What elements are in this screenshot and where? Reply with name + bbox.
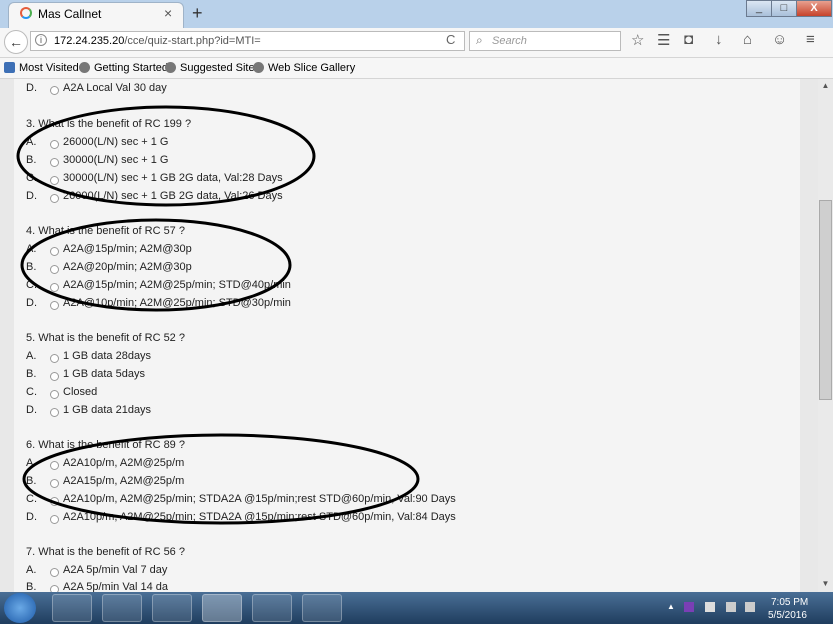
volume-icon[interactable] [745,602,755,612]
start-button[interactable] [4,593,36,623]
minimize-button[interactable]: _ [746,0,772,17]
bookmarks-folder-icon [4,62,15,73]
site-logo-icon [20,7,32,19]
reload-icon[interactable]: C [446,32,455,47]
annotation-ellipse [22,433,420,525]
media-player-icon[interactable] [152,594,192,622]
network-icon[interactable] [726,602,736,612]
file-explorer-icon[interactable] [102,594,142,622]
annotation-ellipse [20,218,292,312]
clock-time[interactable]: 7:05 PM [771,597,808,608]
globe-icon [253,62,264,73]
close-window-button[interactable]: X [796,0,832,17]
download-icon[interactable]: ↓ [715,31,723,48]
globe-icon [79,62,90,73]
new-tab-button[interactable]: + [192,3,203,24]
url-host: 172.24.235.20 [54,35,125,47]
bookmark-web-slice-gallery[interactable]: Web Slice Gallery [268,62,355,74]
annotation-overlay [16,105,420,525]
annotation-ellipse [16,105,316,207]
sticky-notes-icon[interactable] [252,594,292,622]
bookmark-getting-started[interactable]: Getting Started [94,62,168,74]
show-hidden-icons[interactable]: ▲ [667,602,675,611]
info-icon[interactable]: i [35,34,47,46]
menu-icon[interactable]: ≡ [806,31,815,48]
home-icon[interactable]: ⌂ [743,31,752,48]
bookmark-most-visited[interactable]: Most Visited [19,62,79,74]
messenger-icon[interactable] [302,594,342,622]
search-placeholder: Search [492,35,527,47]
globe-icon [165,62,176,73]
action-center-icon[interactable] [705,602,715,612]
internet-explorer-icon[interactable] [52,594,92,622]
back-button[interactable]: ← [4,30,28,54]
tray-app-icon[interactable] [684,602,694,612]
bookmark-suggested-sites[interactable]: Suggested Sites [180,62,260,74]
reader-list-icon[interactable]: ☰ [657,31,670,49]
url-path: /cce/quiz-start.php?id=MTI= [124,35,261,47]
chat-icon[interactable]: ☺ [772,31,787,48]
maximize-button[interactable]: □ [771,0,797,17]
url-text[interactable]: 172.24.235.20/cce/quiz-start.php?id=MTI= [54,35,261,47]
tab-title: Mas Callnet [38,7,102,21]
firefox-icon[interactable] [202,594,242,622]
pocket-icon[interactable]: ◘ [684,31,693,48]
close-tab-icon[interactable]: × [164,5,172,21]
search-icon: ⌕ [476,33,483,47]
bookmark-star-icon[interactable]: ☆ [631,31,644,49]
clock-date[interactable]: 5/5/2016 [768,610,807,621]
